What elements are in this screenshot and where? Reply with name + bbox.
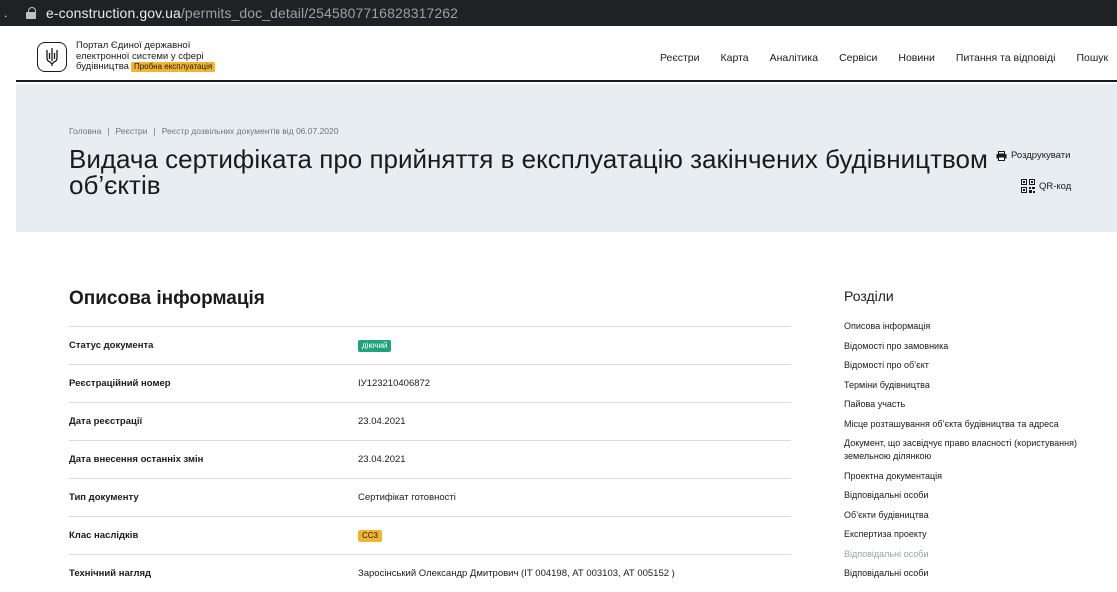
url-path: /permits_doc_detail/2545807716828317262 bbox=[180, 5, 459, 21]
nav-services[interactable]: Сервіси bbox=[839, 52, 877, 64]
breadcrumb-current[interactable]: Реєстр дозвільних документів від 06.07.2… bbox=[162, 126, 339, 136]
row-label: Тип документу bbox=[69, 492, 139, 503]
title-band: Головна | Реєстри | Реєстр дозвільних до… bbox=[16, 84, 1117, 232]
url-domain: e-construction.gov.ua bbox=[46, 5, 181, 21]
row-label: Дата реєстрації bbox=[69, 416, 143, 427]
toc-item[interactable]: Терміни будівництва bbox=[844, 379, 1084, 392]
printer-icon bbox=[996, 150, 1007, 161]
info-table: Статус документа діючий Реєстраційний номе… bbox=[69, 326, 791, 592]
section-title: Описова інформація bbox=[69, 288, 265, 309]
breadcrumb-home[interactable]: Головна bbox=[69, 126, 101, 136]
breadcrumb-separator: | bbox=[153, 126, 156, 136]
table-row: Дата реєстрації 23.04.2021 bbox=[69, 402, 791, 440]
nav-search[interactable]: Пошук bbox=[1076, 52, 1108, 64]
table-row: Дата внесення останніх змін 23.04.2021 bbox=[69, 440, 791, 478]
portal-name[interactable]: Портал Єдиної державної електронної сист… bbox=[76, 40, 246, 73]
toc-item[interactable]: Експертиза проекту bbox=[844, 528, 1084, 541]
value-text: 23.04.2021 bbox=[358, 416, 406, 427]
toc-item[interactable]: Місце розташування об’єкта будівництва т… bbox=[844, 418, 1084, 431]
nav-faq[interactable]: Питання та відповіді bbox=[956, 52, 1056, 64]
toc-item[interactable]: Відомості про замовника bbox=[844, 340, 1084, 353]
row-value: 23.04.2021 bbox=[358, 416, 406, 427]
main-nav: Реєстри Карта Аналітика Сервіси Новини П… bbox=[660, 52, 1117, 64]
url-text[interactable]: e-construction.gov.ua/permits_doc_detail… bbox=[46, 5, 458, 21]
lock-icon[interactable] bbox=[26, 7, 36, 19]
toc-title: Розділи bbox=[844, 288, 894, 304]
site-header: Портал Єдиної державної електронної сист… bbox=[16, 26, 1117, 82]
print-label: Роздрукувати bbox=[1011, 150, 1071, 161]
trident-logo-icon[interactable] bbox=[37, 42, 67, 72]
trident-icon bbox=[46, 48, 58, 66]
toc-item[interactable]: Відповідальні особи bbox=[844, 567, 1084, 580]
value-text: Сертифікат готовності bbox=[358, 492, 456, 503]
qr-code-icon bbox=[1021, 179, 1035, 193]
row-label: Реєстраційний номер bbox=[69, 378, 171, 389]
row-label: Дата внесення останніх змін bbox=[69, 454, 204, 465]
row-label: Технічний нагляд bbox=[69, 568, 152, 579]
toc-item[interactable]: Пайова участь bbox=[844, 398, 1084, 411]
value-text: 23.04.2021 bbox=[358, 454, 406, 465]
row-value: ІУ123210406872 bbox=[358, 378, 430, 389]
row-value: Сертифікат готовності bbox=[358, 492, 456, 503]
status-badge: СС3 bbox=[358, 529, 383, 542]
address-bar-left-glyph: . bbox=[4, 6, 8, 20]
qr-code-button[interactable]: QR-код bbox=[1021, 179, 1071, 193]
breadcrumb: Головна | Реєстри | Реєстр дозвільних до… bbox=[69, 126, 339, 136]
row-label: Клас наслідків bbox=[69, 530, 139, 541]
toc-item[interactable]: Документ, що засвідчує право власності (… bbox=[844, 437, 1084, 463]
table-row: Технічний нагляд Заросінський Олександр Д… bbox=[69, 554, 791, 592]
row-label: Статус документа bbox=[69, 340, 154, 351]
print-button[interactable]: Роздрукувати bbox=[996, 150, 1070, 161]
page: Портал Єдиної державної електронної сист… bbox=[16, 26, 1117, 586]
beta-badge: Пробна експлуатація bbox=[130, 62, 216, 72]
breadcrumb-registries[interactable]: Реєстри bbox=[116, 126, 148, 136]
toc-item[interactable]: Описова інформація bbox=[844, 320, 1084, 333]
nav-analytics[interactable]: Аналітика bbox=[770, 52, 818, 64]
row-value: 23.04.2021 bbox=[358, 454, 406, 465]
nav-map[interactable]: Карта bbox=[721, 52, 749, 64]
table-row: Статус документа діючий bbox=[69, 326, 791, 364]
toc-item[interactable]: Об’єкти будівництва bbox=[844, 509, 1084, 522]
toc-item[interactable]: Відповідальні особи bbox=[844, 489, 1084, 502]
portal-name-line1: Портал Єдиної державної bbox=[76, 40, 191, 51]
breadcrumb-separator: | bbox=[107, 126, 110, 136]
status-badge: діючий bbox=[358, 339, 392, 352]
toc-item[interactable]: Відомості про об’єкт bbox=[844, 359, 1084, 372]
value-text: Заросінський Олександр Дмитрович (ІТ 004… bbox=[358, 568, 675, 579]
value-text: ІУ123210406872 bbox=[358, 378, 431, 389]
row-value: СС3 bbox=[358, 529, 383, 542]
toc-item[interactable]: Проектна документація bbox=[844, 470, 1084, 483]
nav-registries[interactable]: Реєстри bbox=[660, 52, 700, 64]
portal-name-line3: будівництва bbox=[76, 61, 129, 72]
table-row: Тип документу Сертифікат готовності bbox=[69, 478, 791, 516]
table-row: Реєстраційний номер ІУ123210406872 bbox=[69, 364, 791, 402]
row-value: діючий bbox=[358, 339, 392, 352]
page-title: Видача сертифіката про прийняття в експл… bbox=[69, 144, 988, 200]
qr-code-label: QR-код bbox=[1039, 180, 1072, 192]
table-row: Клас наслідків СС3 bbox=[69, 516, 791, 554]
toc-item[interactable]: Відповідальні особи bbox=[844, 548, 1084, 561]
browser-address-bar[interactable]: . e-construction.gov.ua/permits_doc_deta… bbox=[0, 0, 1117, 26]
row-value: Заросінський Олександр Дмитрович (ІТ 004… bbox=[358, 568, 675, 579]
toc-list: Описова інформація Відомості про замовник… bbox=[844, 320, 1084, 587]
nav-news[interactable]: Новини bbox=[898, 52, 935, 64]
